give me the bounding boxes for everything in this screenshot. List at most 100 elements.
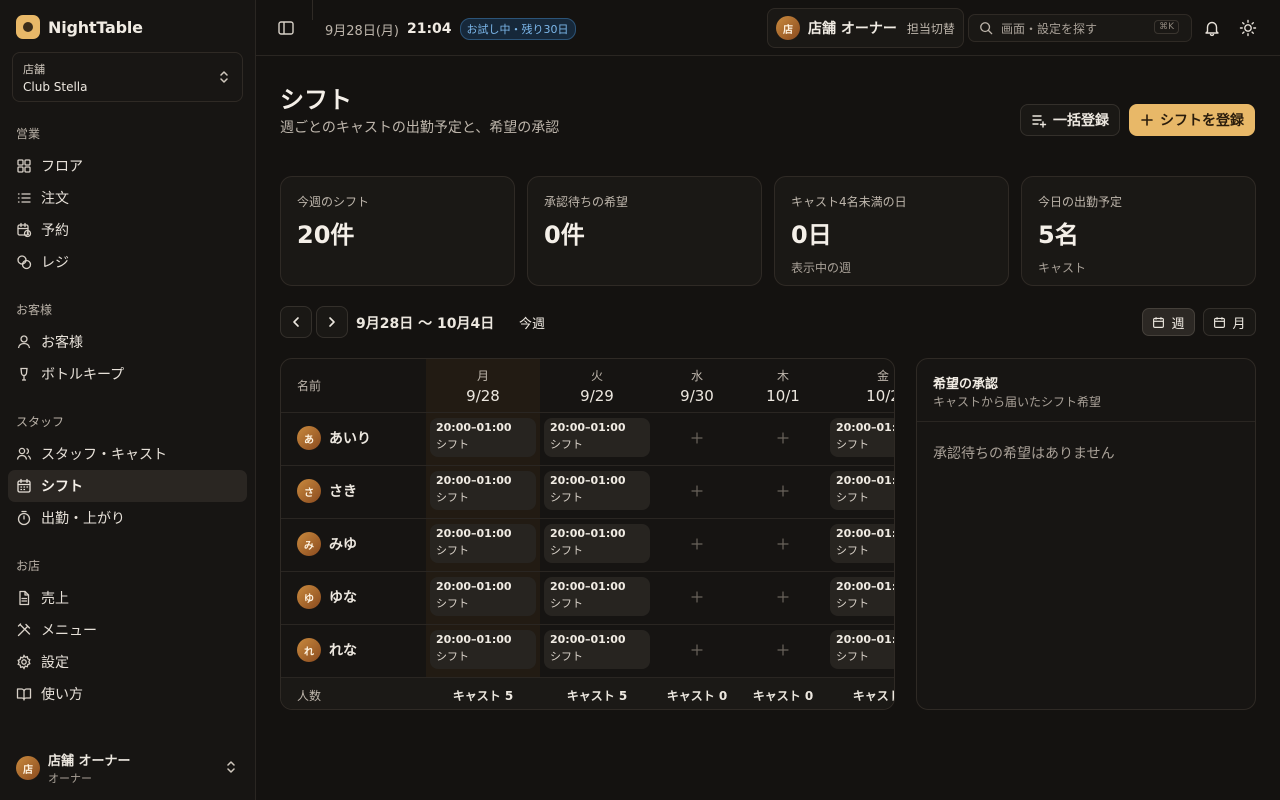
shift-time: 20:00–01:00	[436, 421, 512, 434]
add-shift-plus-icon[interactable]	[777, 644, 789, 656]
add-shift-plus-icon[interactable]	[691, 591, 703, 603]
shift-time: 20:00–01:00	[550, 421, 626, 434]
headcount-value: キャスト 0	[666, 689, 728, 703]
add-shift-plus-icon[interactable]	[777, 538, 789, 550]
shift-type: シフト	[550, 438, 583, 451]
nav-item-label: シフト	[41, 479, 83, 495]
add-shift-plus-icon[interactable]	[777, 485, 789, 497]
calendar-icon	[1214, 316, 1226, 328]
approval-subtitle: キャストから届いたシフト希望	[933, 395, 1102, 409]
nav-item-sales[interactable]: 売上	[8, 582, 247, 614]
cast-name-cell[interactable]: ささき	[297, 479, 357, 503]
stat-value: 0日	[791, 221, 832, 249]
add-shift-plus-icon[interactable]	[691, 538, 703, 550]
stat-label: キャスト4名未満の日	[791, 195, 907, 209]
cast-name-cell[interactable]: ああいり	[297, 426, 371, 450]
nav-item-menu[interactable]: メニュー	[8, 614, 247, 646]
day-date: 9/30	[680, 387, 714, 405]
add-shift-plus-icon[interactable]	[691, 432, 703, 444]
shift-chip[interactable]: 20:00–01:00 シフト	[830, 577, 894, 616]
add-shift-plus-icon[interactable]	[777, 591, 789, 603]
search-input[interactable]: 画面・設定を探す ⌘K	[968, 14, 1192, 42]
shift-type: シフト	[836, 597, 869, 610]
row-divider	[281, 518, 894, 519]
shift-time: 20:00–01:00	[550, 633, 626, 646]
add-shift-plus-icon[interactable]	[691, 644, 703, 656]
row-divider	[281, 412, 894, 413]
shift-chip[interactable]: 20:00–01:00 シフト	[544, 524, 650, 563]
day-of-week: 木	[776, 369, 789, 383]
chevron-updown-icon	[220, 71, 228, 83]
view-week-button[interactable]: 週	[1142, 308, 1195, 336]
next-week-button[interactable]	[316, 306, 348, 338]
nav-item-orders[interactable]: 注文	[8, 182, 247, 214]
add-shift-plus-icon[interactable]	[777, 432, 789, 444]
nav-item-floor[interactable]: フロア	[8, 150, 247, 182]
store-selector[interactable]: 店舗 Club Stella	[12, 52, 243, 102]
approval-empty-message: 承認待ちの希望はありません	[933, 446, 1115, 462]
cast-name-cell[interactable]: みみゆ	[297, 532, 357, 556]
shift-chip[interactable]: 20:00–01:00 シフト	[830, 471, 894, 510]
sidebar-toggle-icon[interactable]	[276, 18, 296, 38]
row-divider	[281, 465, 894, 466]
stat-card-pending-requests: 承認待ちの希望 0件	[527, 176, 762, 286]
theme-toggle-icon[interactable]	[1238, 18, 1258, 38]
nav-item-label: 売上	[41, 591, 69, 607]
shift-time: 20:00–01:00	[436, 580, 512, 593]
nav-item-staff-cast[interactable]: スタッフ・キャスト	[8, 438, 247, 470]
nav-item-bottle-keep[interactable]: ボトルキープ	[8, 358, 247, 390]
owner-name: 店舗 オーナー	[808, 21, 897, 37]
nav-item-shift[interactable]: シフト	[8, 470, 247, 502]
cast-name-cell[interactable]: ゆゆな	[297, 585, 357, 609]
add-shift-button[interactable]: シフトを登録	[1129, 104, 1255, 136]
stat-label: 今週のシフト	[297, 195, 370, 209]
app-logo[interactable]: NightTable	[16, 15, 143, 39]
view-month-button[interactable]: 月	[1203, 308, 1256, 336]
staff-switch-button[interactable]: 店 店舗 オーナー 担当切替	[767, 8, 964, 48]
stat-note: 表示中の週	[791, 261, 852, 275]
headcount-value: キャスト 5	[452, 689, 514, 703]
bell-icon[interactable]	[1202, 18, 1222, 38]
add-shift-plus-icon[interactable]	[691, 485, 703, 497]
shift-chip[interactable]: 20:00–01:00 シフト	[830, 418, 894, 457]
shift-chip[interactable]: 20:00–01:00 シフト	[430, 471, 536, 510]
column-header-name: 名前	[297, 379, 322, 393]
shift-chip[interactable]: 20:00–01:00 シフト	[830, 524, 894, 563]
current-date: 9月28日(月)	[325, 23, 399, 39]
plus-icon	[1141, 114, 1153, 126]
bulk-register-button[interactable]: 一括登録	[1020, 104, 1120, 136]
users-icon	[16, 447, 32, 460]
divider	[312, 0, 313, 20]
shift-chip[interactable]: 20:00–01:00 シフト	[430, 418, 536, 457]
shift-chip[interactable]: 20:00–01:00 シフト	[544, 418, 650, 457]
shift-type: シフト	[550, 650, 583, 663]
shift-type: シフト	[836, 544, 869, 557]
book-icon	[16, 688, 32, 701]
this-week-button[interactable]: 今週	[519, 313, 545, 332]
chevron-left-icon	[293, 317, 299, 327]
cast-name-cell[interactable]: れれな	[297, 638, 357, 662]
nav-item-guide[interactable]: 使い方	[8, 678, 247, 710]
shift-chip[interactable]: 20:00–01:00 シフト	[830, 630, 894, 669]
user-menu[interactable]: 店 店舗 オーナー オーナー	[16, 752, 241, 785]
nav-item-attendance[interactable]: 出勤・上がり	[8, 502, 247, 534]
nav-item-reservations[interactable]: 予約	[8, 214, 247, 246]
nav-group-title: スタッフ	[16, 415, 65, 429]
shift-chip[interactable]: 20:00–01:00 シフト	[430, 577, 536, 616]
shift-time: 20:00–01:00	[436, 633, 512, 646]
shift-chip[interactable]: 20:00–01:00 シフト	[544, 471, 650, 510]
nav-item-label: お客様	[41, 335, 83, 351]
store-selector-value: Club Stella	[23, 80, 88, 94]
shift-chip[interactable]: 20:00–01:00 シフト	[430, 630, 536, 669]
day-header: 水 9/30	[654, 367, 740, 405]
shift-chip[interactable]: 20:00–01:00 シフト	[544, 577, 650, 616]
shift-chip[interactable]: 20:00–01:00 シフト	[430, 524, 536, 563]
stat-label: 今日の出勤予定	[1038, 195, 1123, 209]
shift-chip[interactable]: 20:00–01:00 シフト	[544, 630, 650, 669]
nav-item-register[interactable]: レジ	[8, 246, 247, 278]
current-time: 21:04	[406, 21, 452, 37]
prev-week-button[interactable]	[280, 306, 312, 338]
stat-card-understaffed-days: キャスト4名未満の日 0日 表示中の週	[774, 176, 1009, 286]
nav-item-customers[interactable]: お客様	[8, 326, 247, 358]
nav-item-settings[interactable]: 設定	[8, 646, 247, 678]
